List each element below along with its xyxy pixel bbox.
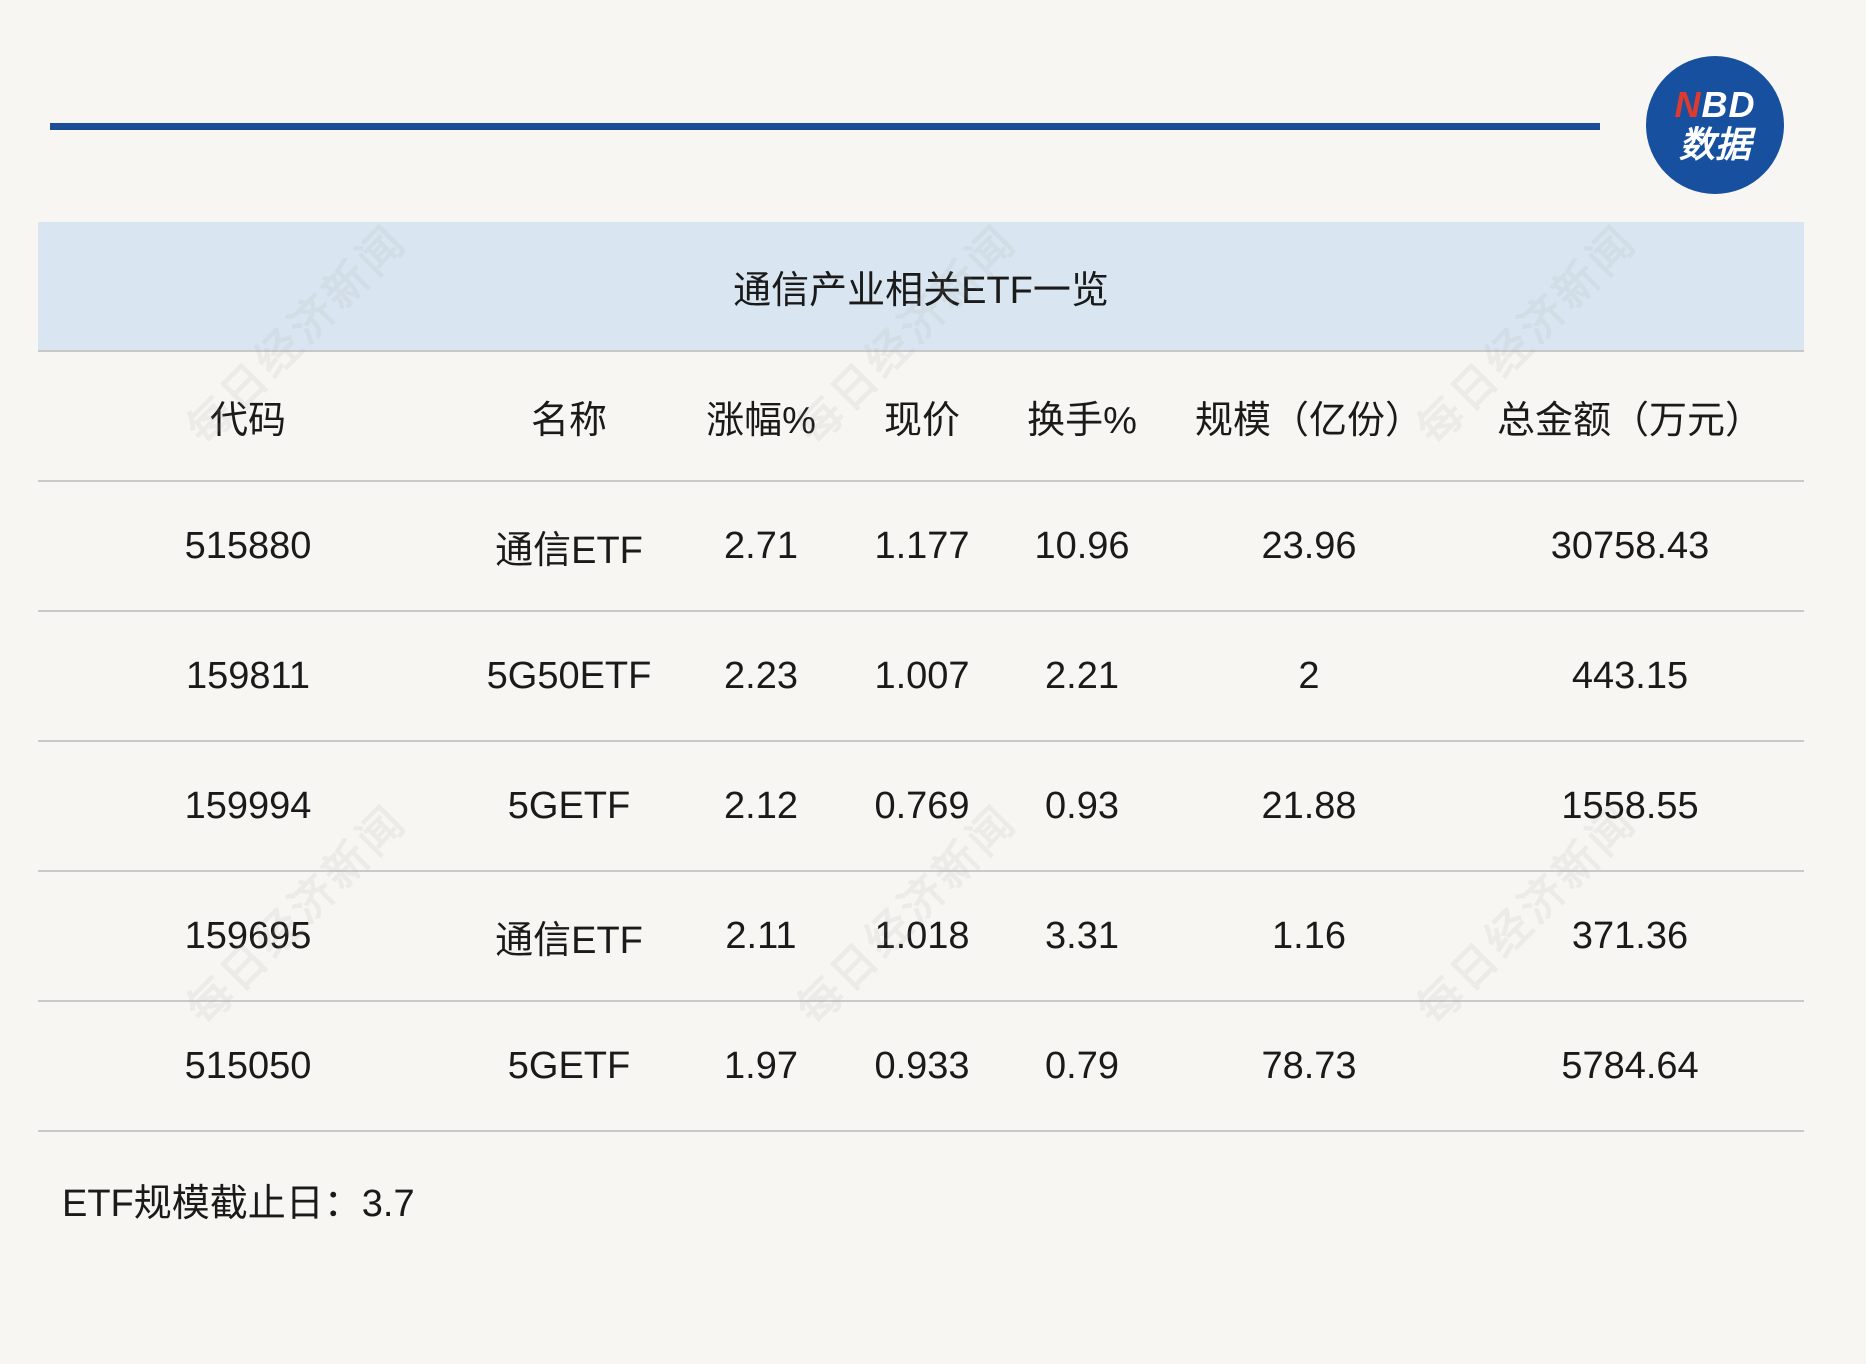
- header-price: 现价: [883, 399, 960, 442]
- header-amount: 总金额（万元）: [1496, 399, 1763, 442]
- logo-n: N: [1674, 84, 1702, 125]
- cell-amount: 5784.64: [1561, 1044, 1699, 1087]
- cell-name: 通信ETF: [495, 919, 643, 962]
- cell-amount: 1558.55: [1561, 784, 1699, 827]
- cell-change: 2.71: [724, 524, 798, 567]
- cell-turnover: 2.21: [1045, 654, 1119, 697]
- cell-code: 159811: [186, 654, 310, 697]
- header-code: 代码: [209, 399, 286, 442]
- cell-change: 1.97: [724, 1044, 798, 1087]
- cell-change: 2.23: [724, 654, 798, 697]
- logo-data-text: 数据: [1678, 124, 1751, 165]
- table-row: 515880 通信ETF 2.71 1.177 10.96 23.96 3075…: [38, 482, 1804, 612]
- cell-name: 5GETF: [507, 1044, 631, 1087]
- cell-change: 2.12: [724, 784, 798, 827]
- cell-amount: 443.15: [1571, 654, 1689, 697]
- cell-scale: 23.96: [1261, 524, 1357, 567]
- cell-turnover: 0.93: [1045, 784, 1119, 827]
- table-row: 159811 5G50ETF 2.23 1.007 2.21 2 443.15: [38, 612, 1804, 742]
- cell-code: 159994: [184, 784, 312, 827]
- cell-price: 1.177: [874, 524, 970, 567]
- cell-amount: 371.36: [1571, 914, 1689, 957]
- header-change: 涨幅%: [706, 399, 816, 442]
- cell-scale: 78.73: [1261, 1044, 1357, 1087]
- header-turnover: 换手%: [1027, 399, 1137, 442]
- logo-bd: BD: [1701, 84, 1756, 125]
- footnote-scale-date: ETF规模截止日：3.7: [62, 1183, 415, 1225]
- cell-name: 5G50ETF: [486, 654, 652, 697]
- table-title: 通信产业相关ETF一览: [38, 222, 1804, 352]
- etf-table: 通信产业相关ETF一览 代码 名称 涨幅% 现价 换手% 规模（亿份） 总金额（…: [38, 222, 1804, 1132]
- cell-scale: 1.16: [1272, 914, 1346, 957]
- cell-turnover: 10.96: [1034, 524, 1130, 567]
- nbd-logo: NBD 数据: [1646, 56, 1784, 194]
- cell-change: 2.11: [725, 914, 797, 957]
- table-row: 515050 5GETF 1.97 0.933 0.79 78.73 5784.…: [38, 1002, 1804, 1132]
- cell-scale: 21.88: [1261, 784, 1357, 827]
- cell-amount: 30758.43: [1550, 524, 1710, 567]
- cell-price: 0.933: [874, 1044, 970, 1087]
- cell-name: 5GETF: [507, 784, 631, 827]
- top-divider-line: [50, 123, 1600, 130]
- header-name: 名称: [530, 399, 607, 442]
- cell-code: 159695: [184, 914, 312, 957]
- table-row: 159695 通信ETF 2.11 1.018 3.31 1.16 371.36: [38, 872, 1804, 1002]
- cell-price: 0.769: [874, 784, 970, 827]
- header-scale: 规模（亿份）: [1194, 399, 1423, 442]
- cell-turnover: 3.31: [1045, 914, 1119, 957]
- cell-code: 515050: [184, 1044, 312, 1087]
- cell-price: 1.018: [874, 914, 970, 957]
- cell-name: 通信ETF: [495, 529, 643, 572]
- cell-code: 515880: [184, 524, 312, 567]
- cell-turnover: 0.79: [1045, 1044, 1119, 1087]
- cell-price: 1.007: [874, 654, 970, 697]
- table-header-row: 代码 名称 涨幅% 现价 换手% 规模（亿份） 总金额（万元）: [38, 352, 1804, 482]
- cell-scale: 2: [1298, 654, 1320, 697]
- table-row: 159994 5GETF 2.12 0.769 0.93 21.88 1558.…: [38, 742, 1804, 872]
